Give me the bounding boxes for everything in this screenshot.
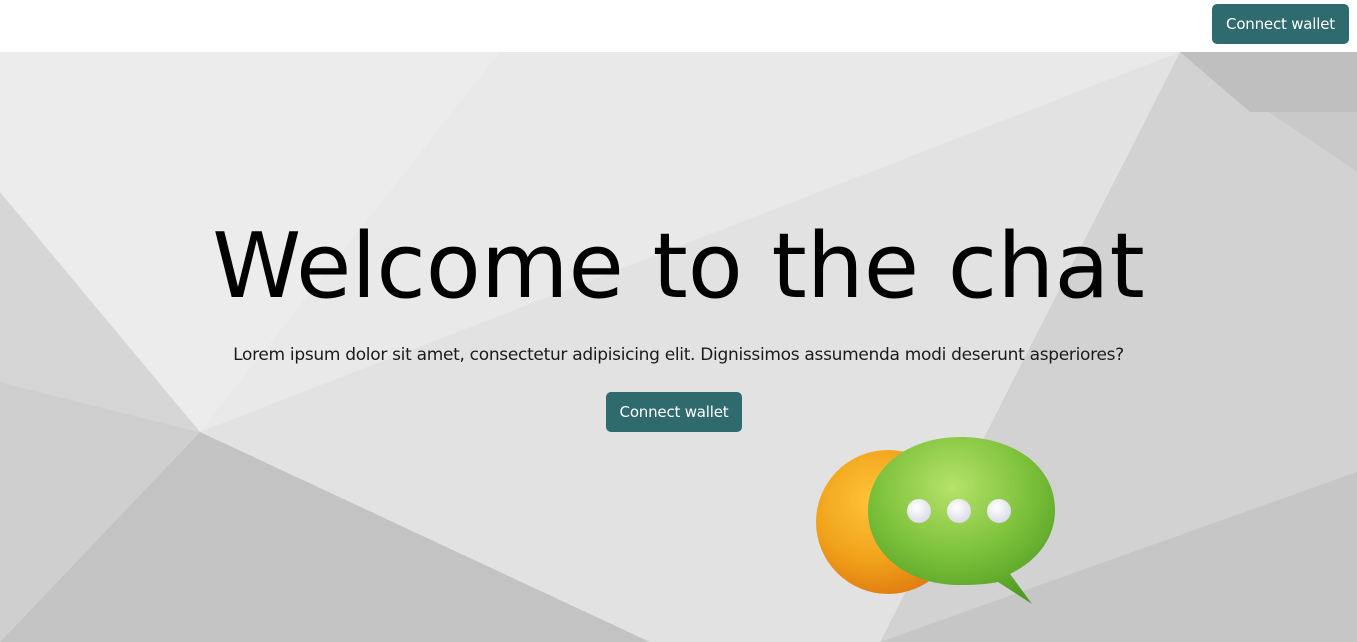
top-navbar: Connect wallet <box>0 0 1357 52</box>
hero-section: Welcome to the chat Lorem ipsum dolor si… <box>0 52 1357 642</box>
hero-connect-wallet-button[interactable]: Connect wallet <box>606 392 742 432</box>
hero-title: Welcome to the chat <box>212 214 1145 319</box>
hero-subtitle: Lorem ipsum dolor sit amet, consectetur … <box>233 345 1124 365</box>
chat-bubbles-icon <box>816 437 1055 604</box>
header-connect-wallet-button[interactable]: Connect wallet <box>1212 4 1349 44</box>
